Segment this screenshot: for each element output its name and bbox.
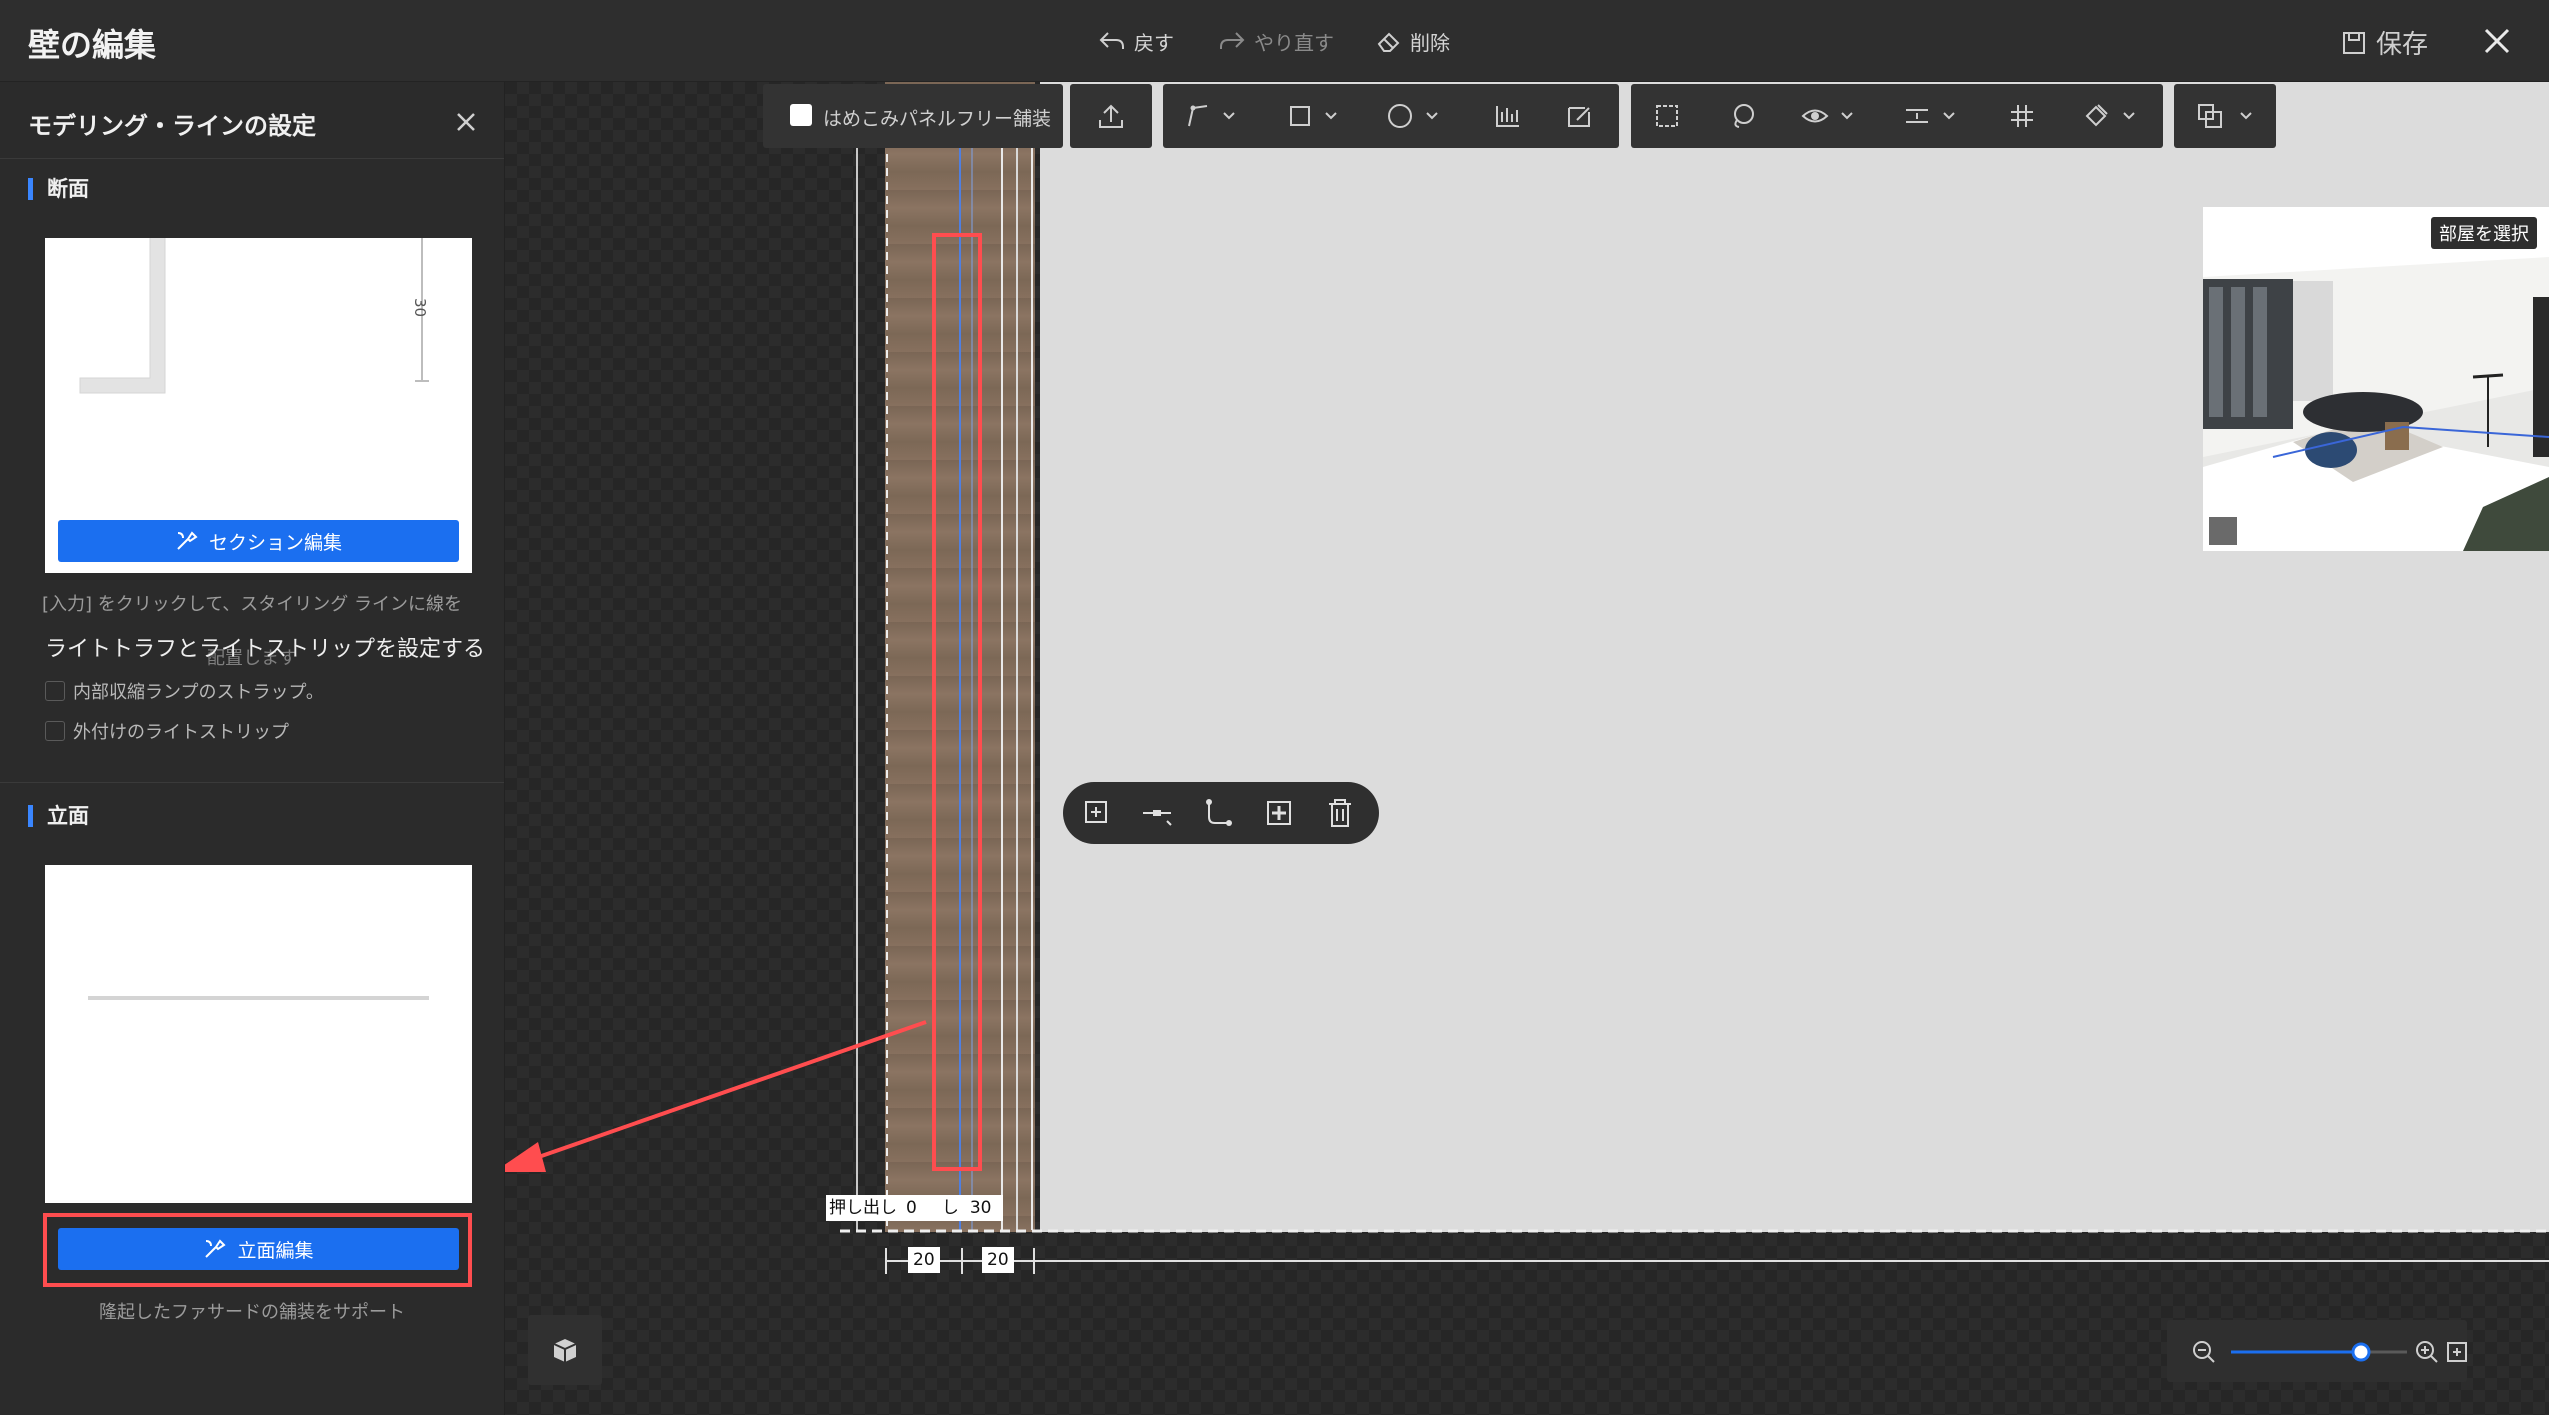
panel-title: モデリング・ラインの設定 bbox=[28, 112, 316, 140]
distribute-icon[interactable] bbox=[1903, 102, 1931, 130]
section-hint: [入力] をクリックして、スタイリング ラインに線を bbox=[41, 594, 463, 615]
rectangle-icon[interactable] bbox=[1286, 102, 1314, 130]
checkbox[interactable] bbox=[45, 721, 65, 741]
copy-icon[interactable] bbox=[2196, 102, 2224, 130]
floating-action-bar bbox=[1063, 782, 1379, 844]
dimension-label-b: 20 bbox=[982, 1247, 1014, 1273]
option-external-strip[interactable]: 外付けのライトストリップ bbox=[45, 718, 289, 744]
chevron-down-icon[interactable] bbox=[1223, 111, 1235, 121]
save-label: 保存 bbox=[2376, 30, 2429, 60]
paint-icon[interactable] bbox=[2082, 102, 2110, 130]
elevation-description: 隆起したファサードの舗装をサポート bbox=[99, 1302, 405, 1323]
select-area-icon[interactable] bbox=[1653, 102, 1681, 130]
grid-icon[interactable] bbox=[2008, 102, 2036, 130]
zoom-out-icon[interactable] bbox=[2191, 1339, 2217, 1365]
align-icon[interactable] bbox=[1493, 102, 1521, 130]
circle-icon[interactable] bbox=[1386, 102, 1414, 130]
chevron-down-icon[interactable] bbox=[1426, 111, 1438, 121]
draw-edit-icon bbox=[177, 531, 198, 550]
delete-label: 削除 bbox=[1410, 30, 1450, 55]
draw-tools-group bbox=[1163, 84, 1619, 148]
chevron-down-icon[interactable] bbox=[1325, 111, 1337, 121]
dimension-label-a: 20 bbox=[908, 1247, 940, 1273]
top-bar: 壁の編集 戻す やり直す 削除 保存 bbox=[0, 0, 2549, 82]
save-button[interactable]: 保存 bbox=[2342, 24, 2428, 61]
room-render-image bbox=[2203, 207, 2549, 551]
delete-button[interactable]: 削除 bbox=[1376, 24, 1450, 58]
redo-label: やり直す bbox=[1254, 30, 1334, 55]
option-internal-lamp-label: 内部収縮ランプのストラップ。 bbox=[73, 682, 324, 703]
room-select-button[interactable]: 部屋を選択 bbox=[2431, 217, 2537, 249]
dimension-value: 30 bbox=[411, 298, 429, 318]
option-external-strip-label: 外付けのライトストリップ bbox=[73, 722, 289, 743]
close-icon[interactable] bbox=[2478, 22, 2516, 60]
option-internal-lamp[interactable]: 内部収縮ランプのストラップ。 bbox=[45, 678, 324, 704]
chevron-down-icon[interactable] bbox=[2123, 111, 2135, 121]
elevation-edit-button[interactable]: 立面編集 bbox=[58, 1228, 459, 1270]
fit-view-icon[interactable] bbox=[2445, 1340, 2469, 1364]
lasso-icon[interactable] bbox=[1729, 102, 1757, 130]
save-icon bbox=[2343, 31, 2365, 54]
offset-label: し bbox=[938, 1195, 962, 1221]
upload-group bbox=[1070, 84, 1152, 148]
add-panel-icon[interactable] bbox=[1081, 797, 1113, 829]
extrude-value: 0 bbox=[900, 1195, 939, 1221]
chevron-down-icon[interactable] bbox=[1841, 111, 1853, 121]
redo-icon bbox=[1220, 32, 1245, 49]
draw-edit-icon bbox=[205, 1239, 227, 1258]
section-edit-label: セクション編集 bbox=[208, 531, 342, 554]
close-icon[interactable] bbox=[452, 108, 480, 136]
section-divider bbox=[0, 782, 504, 783]
offset-value: 30 bbox=[961, 1195, 1004, 1221]
elevation-edit-label: 立面編集 bbox=[237, 1239, 314, 1262]
zoom-in-icon[interactable] bbox=[2414, 1339, 2440, 1365]
eye-icon[interactable] bbox=[1801, 102, 1829, 130]
redo-button[interactable]: やり直す bbox=[1218, 24, 1334, 58]
annotation-arrow bbox=[494, 1020, 927, 1172]
settings-panel: モデリング・ラインの設定 断面 30 セクション編集 [入力] をクリックして、… bbox=[0, 82, 505, 1415]
section-title-elevation: 立面 bbox=[28, 805, 89, 827]
cross-section-preview: 30 セクション編集 bbox=[45, 238, 472, 573]
checkbox[interactable] bbox=[45, 681, 65, 701]
upload-icon[interactable] bbox=[1097, 102, 1125, 130]
trash-icon[interactable] bbox=[1325, 797, 1355, 829]
light-settings-title: ライトトラフとライトストリップを設定する bbox=[45, 637, 486, 662]
zoom-slider[interactable] bbox=[2229, 1340, 2409, 1364]
highlight-wall-segment bbox=[932, 233, 982, 1171]
path-icon[interactable] bbox=[1203, 797, 1235, 829]
inlay-panel-label: はめこみパネルフリー舗装 bbox=[823, 108, 1052, 130]
undo-button[interactable]: 戻す bbox=[1098, 24, 1174, 58]
undo-icon bbox=[1099, 32, 1124, 49]
split-line-icon[interactable] bbox=[1141, 797, 1175, 829]
cube-icon bbox=[553, 1339, 577, 1362]
inlay-panel-checkbox[interactable] bbox=[790, 104, 812, 126]
dimension-ruler bbox=[885, 1248, 2549, 1274]
extrude-indicator: 押し出し 0 し 30 bbox=[826, 1195, 1004, 1221]
page-title: 壁の編集 bbox=[28, 26, 157, 64]
polyline-icon[interactable] bbox=[1185, 102, 1213, 130]
elevation-preview bbox=[45, 865, 472, 1203]
copy-tools-group bbox=[2174, 84, 2276, 148]
chevron-down-icon[interactable] bbox=[2240, 111, 2252, 121]
section-edit-button[interactable]: セクション編集 bbox=[58, 520, 459, 562]
undo-label: 戻す bbox=[1134, 30, 1174, 55]
extrude-label: 押し出し bbox=[826, 1195, 900, 1221]
eraser-icon bbox=[1377, 32, 1400, 52]
chevron-down-icon[interactable] bbox=[1943, 111, 1955, 121]
view-3d-button[interactable] bbox=[528, 1315, 602, 1385]
edit-panel-icon[interactable] bbox=[1565, 102, 1593, 130]
zoom-controls bbox=[2167, 1320, 2467, 1382]
move-icon[interactable] bbox=[1263, 797, 1295, 829]
section-title-cross-section: 断面 bbox=[28, 178, 89, 200]
room-preview[interactable]: 部屋を選択 bbox=[2203, 207, 2549, 551]
view-tools-group bbox=[1631, 84, 2163, 148]
panel-header: モデリング・ラインの設定 bbox=[0, 82, 504, 159]
elevation-line bbox=[88, 996, 429, 1000]
